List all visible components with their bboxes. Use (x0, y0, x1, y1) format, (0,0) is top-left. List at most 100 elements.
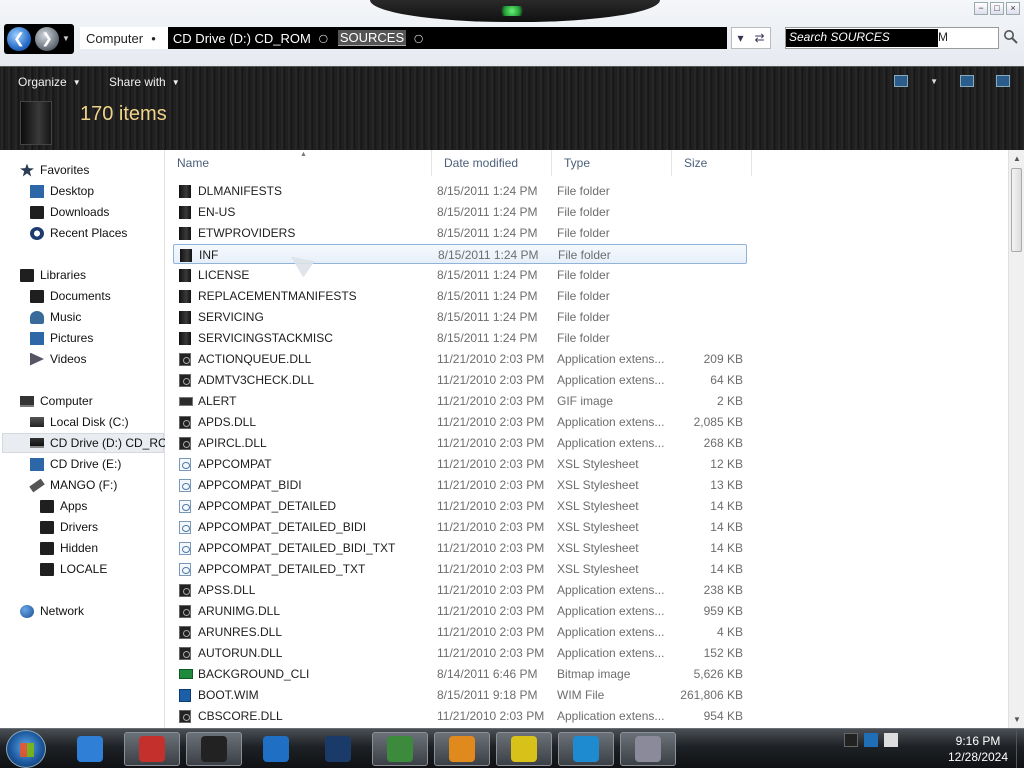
nav-drivers[interactable]: Drivers (40, 517, 98, 537)
address-bar[interactable]: Computer ● CD Drive (D:) CD_ROM ◯ SOURCE… (80, 27, 727, 49)
nav-mango-f[interactable]: MANGO (F:) (29, 475, 117, 495)
scroll-down-icon[interactable]: ▼ (1013, 715, 1021, 724)
nav-apps[interactable]: Apps (40, 496, 87, 516)
file-row[interactable]: APPCOMPAT 11/21/2010 2:03 PM XSL Styleshee… (173, 454, 747, 474)
file-row[interactable]: APSS.DLL 11/21/2010 2:03 PM Application ex… (173, 580, 747, 600)
forward-button[interactable]: ❯ (35, 27, 59, 51)
refresh-icon[interactable]: ⇄ (754, 31, 764, 45)
breadcrumb-computer[interactable]: Computer ● (80, 27, 168, 49)
file-row[interactable]: ACTIONQUEUE.DLL 11/21/2010 2:03 PM Applica… (173, 349, 747, 369)
address-dropdown-icon[interactable]: ▾ (737, 31, 743, 45)
tray-flag-icon[interactable] (844, 733, 858, 747)
close-button[interactable]: × (1006, 2, 1020, 15)
back-button[interactable]: ❮ (7, 27, 31, 51)
file-row[interactable]: APDS.DLL 11/21/2010 2:03 PM Application ex… (173, 412, 747, 432)
nav-desktop[interactable]: Desktop (30, 181, 94, 201)
file-row[interactable]: APPCOMPAT_DETAILED_BIDI_TXT 11/21/2010 2:… (173, 538, 747, 558)
nav-computer[interactable]: Computer (20, 391, 93, 411)
file-name: AUTORUN.DLL (198, 646, 283, 660)
change-view-icon[interactable] (894, 75, 909, 87)
file-row[interactable]: DLMANIFESTS 8/15/2011 1:24 PM File folder (173, 181, 747, 201)
search-input[interactable]: Search SOURCES M (785, 27, 999, 49)
breadcrumb-separator-icon[interactable]: ◯ (414, 34, 423, 43)
xsl-file-icon (179, 542, 191, 555)
taskbar-app-media-player[interactable] (248, 732, 304, 766)
taskbar-app-globe-app[interactable] (310, 732, 366, 766)
nav-pictures[interactable]: Pictures (30, 328, 93, 348)
nav-documents[interactable]: Documents (30, 286, 111, 306)
organize-button[interactable]: Organize ▼ (18, 75, 81, 89)
file-row[interactable]: AUTORUN.DLL 11/21/2010 2:03 PM Application… (173, 643, 747, 663)
taskbar-app-internet-explorer[interactable] (62, 732, 118, 766)
taskbar-app-f-app[interactable] (558, 732, 614, 766)
taskbar-app-disc-app[interactable] (620, 732, 676, 766)
file-row[interactable]: LICENSE 8/15/2011 1:24 PM File folder (173, 265, 747, 285)
help-icon[interactable] (996, 75, 1010, 87)
minimize-button[interactable]: − (974, 2, 988, 15)
nav-hidden[interactable]: Hidden (40, 538, 98, 558)
column-header-date[interactable]: Date modified (432, 150, 552, 176)
file-row[interactable]: SERVICING 8/15/2011 1:24 PM File folder (173, 307, 747, 327)
file-row[interactable]: CBSCORE.DLL 11/21/2010 2:03 PM Application… (173, 706, 747, 726)
column-header-size[interactable]: Size (672, 150, 752, 176)
file-row[interactable]: APPCOMPAT_DETAILED_TXT 11/21/2010 2:03 PM… (173, 559, 747, 579)
nav-downloads[interactable]: Downloads (30, 202, 109, 222)
column-header-type[interactable]: Type (552, 150, 672, 176)
taskbar-app-black-box-app[interactable] (186, 732, 242, 766)
file-row[interactable]: APPCOMPAT_DETAILED_BIDI 11/21/2010 2:03 P… (173, 517, 747, 537)
scroll-up-icon[interactable]: ▲ (1013, 154, 1021, 163)
folder-icon (40, 499, 54, 513)
nav-locale[interactable]: LOCALE (40, 559, 107, 579)
taskbar-app-network-app[interactable] (372, 732, 428, 766)
column-header-name[interactable]: Name ▲ (165, 150, 432, 176)
file-row[interactable]: ARUNRES.DLL 11/21/2010 2:03 PM Application… (173, 622, 747, 642)
file-row[interactable]: EN-US 8/15/2011 1:24 PM File folder (173, 202, 747, 222)
file-row[interactable]: APPCOMPAT_DETAILED 11/21/2010 2:03 PM XSL … (173, 496, 747, 516)
file-row[interactable]: INF 8/15/2011 1:24 PM File folder (173, 244, 747, 264)
taskbar-app-magnifier-app[interactable] (434, 732, 490, 766)
file-row[interactable]: BOOT.WIM 8/15/2011 9:18 PM WIM File 261,806… (173, 685, 747, 705)
file-row[interactable]: ADMTV3CHECK.DLL 11/21/2010 2:03 PM Applica… (173, 370, 747, 390)
nav-favorites[interactable]: Favorites (20, 160, 89, 180)
breadcrumb-cd-drive[interactable]: CD Drive (D:) CD_ROM ◯ (168, 31, 333, 46)
start-button[interactable] (6, 730, 46, 768)
file-row[interactable]: ARUNIMG.DLL 11/21/2010 2:03 PM Application… (173, 601, 747, 621)
tray-volume-icon[interactable] (884, 733, 898, 747)
share-with-button[interactable]: Share with ▼ (109, 75, 180, 89)
taskbar-app-red-cube-app[interactable] (124, 732, 180, 766)
tray-network-icon[interactable] (864, 733, 878, 747)
breadcrumb-separator-icon[interactable]: ● (151, 34, 156, 43)
file-row[interactable]: APPCOMPAT_BIDI 11/21/2010 2:03 PM XSL Styl… (173, 475, 747, 495)
scroll-thumb[interactable] (1011, 168, 1022, 252)
search-icon[interactable] (1003, 29, 1019, 45)
nav-cd-drive-e[interactable]: CD Drive (E:) (30, 454, 121, 474)
maximize-button[interactable]: □ (990, 2, 1004, 15)
file-name: BOOT.WIM (198, 688, 259, 702)
nav-cd-drive-d[interactable]: CD Drive (D:) CD_RC (2, 433, 167, 453)
breadcrumb-sources[interactable]: SOURCES ◯ (333, 30, 428, 46)
show-desktop-button[interactable] (1016, 729, 1024, 768)
file-row[interactable]: ETWPROVIDERS 8/15/2011 1:24 PM File folder (173, 223, 747, 243)
nav-libraries[interactable]: Libraries (20, 265, 86, 285)
recent-pages-button[interactable]: ▼ (61, 27, 71, 51)
file-row[interactable]: SERVICINGSTACKMISC 8/15/2011 1:24 PM File … (173, 328, 747, 348)
vertical-scrollbar[interactable]: ▲ ▼ (1008, 150, 1024, 728)
nav-recent-places[interactable]: Recent Places (30, 223, 127, 243)
taskbar-clock[interactable]: 9:16 PM 12/28/2024 (940, 733, 1016, 765)
nav-music[interactable]: Music (30, 307, 81, 327)
file-row[interactable]: BACKGROUND_CLI 8/14/2011 6:46 PM Bitmap im… (173, 664, 747, 684)
usb-drive-icon (29, 478, 45, 492)
nav-local-disk-c[interactable]: Local Disk (C:) (30, 412, 129, 432)
breadcrumb-separator-icon[interactable]: ◯ (319, 34, 328, 43)
hard-drive-icon (30, 417, 44, 427)
file-size: 14 KB (710, 562, 743, 576)
view-options-chevron-icon[interactable]: ▼ (930, 77, 938, 86)
preview-pane-icon[interactable] (960, 75, 974, 87)
nav-network[interactable]: Network (20, 601, 84, 621)
file-row[interactable]: ALERT 11/21/2010 2:03 PM GIF image 2 KB (173, 391, 747, 411)
nav-videos[interactable]: Videos (30, 349, 86, 369)
dll-file-icon (179, 374, 191, 387)
file-row[interactable]: APIRCL.DLL 11/21/2010 2:03 PM Application … (173, 433, 747, 453)
file-row[interactable]: REPLACEMENTMANIFESTS 8/15/2011 1:24 PM Fil… (173, 286, 747, 306)
taskbar-app-checklist-app[interactable] (496, 732, 552, 766)
